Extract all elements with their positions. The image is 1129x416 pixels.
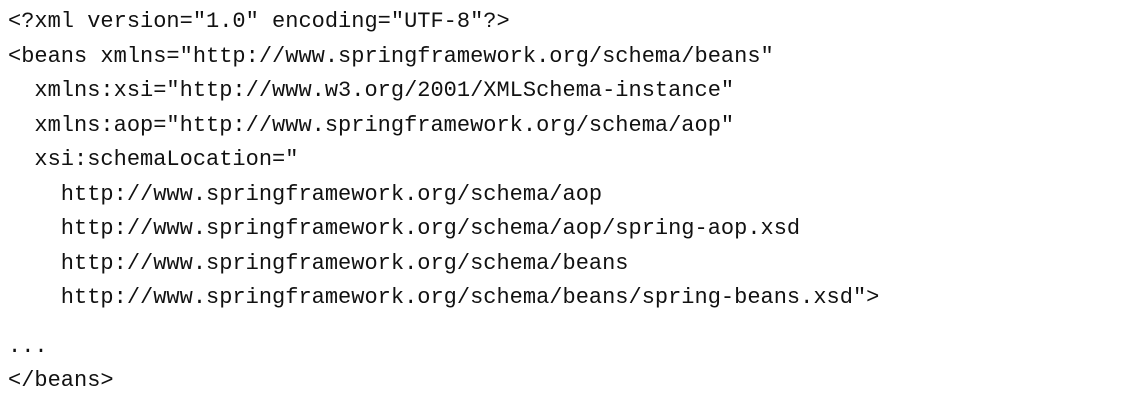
code-line: http://www.springframework.org/schema/be… xyxy=(8,250,629,276)
code-line: </beans> xyxy=(8,368,114,393)
code-line: <beans xmlns="http://www.springframework… xyxy=(8,43,774,69)
code-line: <?xml version="1.0" encoding="UTF-8"?> xyxy=(8,9,510,34)
code-line: http://www.springframework.org/schema/ao… xyxy=(8,181,603,207)
code-line-ellipsis: ... xyxy=(8,333,48,359)
code-line: http://www.springframework.org/schema/be… xyxy=(8,285,880,310)
code-line: http://www.springframework.org/schema/ao… xyxy=(8,216,801,241)
code-line: xmlns:xsi="http://www.w3.org/2001/XMLSch… xyxy=(8,78,735,103)
xml-code-listing: <?xml version="1.0" encoding="UTF-8"?> <… xyxy=(8,5,879,399)
code-line: xsi:schemaLocation=" xyxy=(8,147,299,172)
code-line: xmlns:aop="http://www.springframework.or… xyxy=(8,112,735,138)
